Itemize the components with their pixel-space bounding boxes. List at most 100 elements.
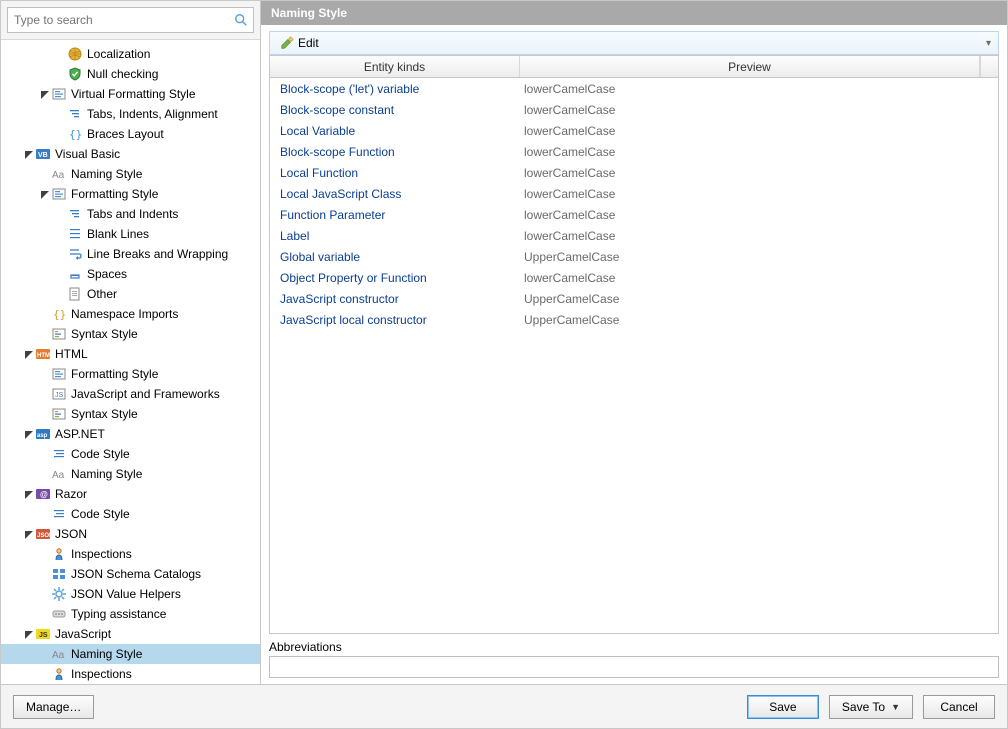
grid-row[interactable]: Global variableUpperCamelCase: [270, 246, 998, 267]
tree-item[interactable]: Syntax Style: [1, 324, 260, 344]
tree-item[interactable]: Tabs, Indents, Alignment: [1, 104, 260, 124]
col-header-entity[interactable]: Entity kinds: [270, 56, 520, 77]
entity-cell[interactable]: Block-scope ('let') variable: [270, 82, 520, 96]
entity-link[interactable]: Local JavaScript Class: [280, 187, 401, 201]
tree-item[interactable]: AaNaming Style: [1, 164, 260, 184]
search-input[interactable]: [12, 12, 233, 28]
edit-button[interactable]: Edit: [276, 34, 323, 52]
tree-item[interactable]: AaNaming Style: [1, 644, 260, 664]
entity-cell[interactable]: Global variable: [270, 250, 520, 264]
grid-row[interactable]: Object Property or FunctionlowerCamelCas…: [270, 267, 998, 288]
grid-row[interactable]: Block-scope constantlowerCamelCase: [270, 99, 998, 120]
col-header-preview-label: Preview: [728, 60, 771, 74]
grid-row[interactable]: LabellowerCamelCase: [270, 225, 998, 246]
tree-item[interactable]: JSJavaScript: [1, 624, 260, 644]
space-icon: [67, 266, 83, 282]
entity-link[interactable]: Block-scope ('let') variable: [280, 82, 419, 96]
grid-row[interactable]: Block-scope ('let') variablelowerCamelCa…: [270, 78, 998, 99]
html-icon: HTML: [35, 346, 51, 362]
entity-cell[interactable]: JavaScript constructor: [270, 292, 520, 306]
expand-arrow-icon[interactable]: [23, 628, 35, 640]
tree-item[interactable]: Syntax Style: [1, 404, 260, 424]
arrow-placeholder: [39, 568, 51, 580]
search-box[interactable]: [7, 7, 254, 33]
grid-row[interactable]: Local JavaScript ClasslowerCamelCase: [270, 183, 998, 204]
entity-cell[interactable]: Local JavaScript Class: [270, 187, 520, 201]
tree-item[interactable]: Blank Lines: [1, 224, 260, 244]
tree-item[interactable]: {}Namespace Imports: [1, 304, 260, 324]
entity-cell[interactable]: Object Property or Function: [270, 271, 520, 285]
expand-arrow-icon[interactable]: [23, 148, 35, 160]
tree-item-label: Visual Basic: [55, 147, 120, 161]
cancel-button[interactable]: Cancel: [923, 695, 995, 719]
grid-row[interactable]: JavaScript constructorUpperCamelCase: [270, 288, 998, 309]
entity-link[interactable]: Label: [280, 229, 309, 243]
arrow-placeholder: [39, 408, 51, 420]
tree-item[interactable]: JSJavaScript and Frameworks: [1, 384, 260, 404]
entity-link[interactable]: Block-scope Function: [280, 145, 395, 159]
tree-item[interactable]: Inspections: [1, 664, 260, 684]
tree-item[interactable]: Code Style: [1, 504, 260, 524]
tree-item[interactable]: Formatting Style: [1, 364, 260, 384]
manage-button[interactable]: Manage…: [13, 695, 94, 719]
tree-item[interactable]: Code Style: [1, 444, 260, 464]
jsfw-icon: JS: [51, 386, 67, 402]
tree-item[interactable]: JSONJSON: [1, 524, 260, 544]
entity-link[interactable]: JavaScript constructor: [280, 292, 399, 306]
entity-link[interactable]: Global variable: [280, 250, 360, 264]
expand-arrow-icon[interactable]: [39, 188, 51, 200]
tree-item[interactable]: Formatting Style: [1, 184, 260, 204]
tree-item[interactable]: @Razor: [1, 484, 260, 504]
entity-link[interactable]: Local Variable: [280, 124, 355, 138]
grid-row[interactable]: JavaScript local constructorUpperCamelCa…: [270, 309, 998, 330]
grid-row[interactable]: Local VariablelowerCamelCase: [270, 120, 998, 141]
arrow-placeholder: [39, 168, 51, 180]
expand-arrow-icon[interactable]: [39, 88, 51, 100]
tree-item[interactable]: Virtual Formatting Style: [1, 84, 260, 104]
expand-arrow-icon[interactable]: [23, 348, 35, 360]
tree-item[interactable]: Typing assistance: [1, 604, 260, 624]
entity-cell[interactable]: JavaScript local constructor: [270, 313, 520, 327]
expand-arrow-icon[interactable]: [23, 488, 35, 500]
tree-item[interactable]: JSON Value Helpers: [1, 584, 260, 604]
tree-item[interactable]: Null checking: [1, 64, 260, 84]
entity-cell[interactable]: Function Parameter: [270, 208, 520, 222]
expand-arrow-icon[interactable]: [23, 428, 35, 440]
tree-item[interactable]: VBVisual Basic: [1, 144, 260, 164]
entity-cell[interactable]: Local Function: [270, 166, 520, 180]
tree-item[interactable]: Tabs and Indents: [1, 204, 260, 224]
tree-item[interactable]: Line Breaks and Wrapping: [1, 244, 260, 264]
grid-body[interactable]: Block-scope ('let') variable lowerCamelCa…: [270, 78, 998, 633]
tree-item[interactable]: JSON Schema Catalogs: [1, 564, 260, 584]
entity-cell[interactable]: Block-scope constant: [270, 103, 520, 117]
expand-arrow-icon[interactable]: [23, 528, 35, 540]
tree-item[interactable]: Other: [1, 284, 260, 304]
preview-cell: lowerCamelCase: [520, 208, 998, 222]
tree-item[interactable]: aspASP.NET: [1, 424, 260, 444]
tree-item-label: Naming Style: [71, 647, 142, 661]
tree-item[interactable]: {}Braces Layout: [1, 124, 260, 144]
chevron-down-icon: ▼: [891, 702, 900, 712]
entity-cell[interactable]: Label: [270, 229, 520, 243]
grid-row[interactable]: Block-scope FunctionlowerCamelCase: [270, 141, 998, 162]
tree-item[interactable]: Spaces: [1, 264, 260, 284]
entity-link[interactable]: Local Function: [280, 166, 358, 180]
tree-item[interactable]: AaNaming Style: [1, 464, 260, 484]
entity-link[interactable]: Object Property or Function: [280, 271, 427, 285]
entity-cell[interactable]: Local Variable: [270, 124, 520, 138]
entity-link[interactable]: Block-scope constant: [280, 103, 394, 117]
entity-link[interactable]: JavaScript local constructor: [280, 313, 427, 327]
grid-row[interactable]: Local FunctionlowerCamelCase: [270, 162, 998, 183]
entity-cell[interactable]: Block-scope Function: [270, 145, 520, 159]
col-header-preview[interactable]: Preview: [520, 56, 980, 77]
save-to-button[interactable]: Save To ▼: [829, 695, 913, 719]
tree-item[interactable]: HTMLHTML: [1, 344, 260, 364]
tree-item[interactable]: Localization: [1, 44, 260, 64]
tree-item[interactable]: Inspections: [1, 544, 260, 564]
entity-link[interactable]: Function Parameter: [280, 208, 385, 222]
options-tree[interactable]: LocalizationNull checkingVirtual Formatt…: [1, 39, 260, 684]
save-button[interactable]: Save: [747, 695, 819, 719]
toolbar-overflow-button[interactable]: ▾: [978, 38, 992, 49]
abbreviations-input[interactable]: [269, 656, 999, 678]
grid-row[interactable]: Function Parameter lowerCamelCase: [270, 204, 998, 225]
